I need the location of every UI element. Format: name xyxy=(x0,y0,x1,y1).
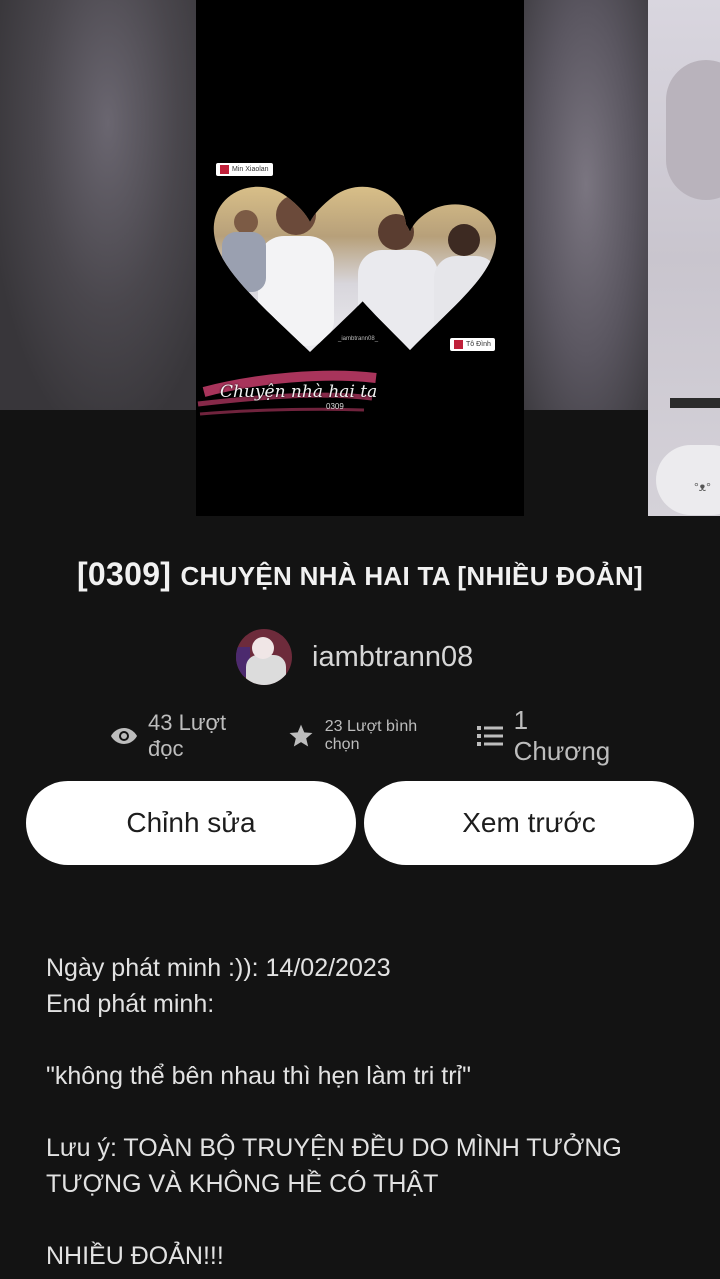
eye-icon xyxy=(110,722,138,750)
cover-carousel[interactable]: °ᴥ° Min Xiaolan Tô Đình _iambtrann08_ Ch… xyxy=(0,0,720,520)
cover-title: Chuyện nhà hai ta xyxy=(220,382,378,402)
edit-button[interactable]: Chỉnh sửa xyxy=(26,781,356,865)
description-line: End phát minh: xyxy=(46,990,215,1018)
author-name[interactable]: iambtrann08 xyxy=(312,641,473,674)
description-line: NHIỀU ĐOẢN!!! xyxy=(46,1242,224,1270)
reads-count: 43 Lượt đọc xyxy=(148,710,227,761)
description-line: Ngày phát minh :)): 14/02/2023 xyxy=(46,954,391,982)
list-icon xyxy=(476,722,504,750)
story-title: [0309] CHUYỆN NHÀ HAI TA [NHIỀU ĐOẢN] xyxy=(0,556,720,593)
story-description: Ngày phát minh :)): 14/02/2023 End phát … xyxy=(46,950,686,1274)
next-cover-thumbnail[interactable]: °ᴥ° xyxy=(648,0,720,516)
parts-count: 1 Chương xyxy=(513,705,611,766)
story-title-main: CHUYỆN NHÀ HAI TA [NHIỀU ĐOẢN] xyxy=(180,561,644,591)
description-line: "không thể bên nhau thì hẹn làm tri trỉ" xyxy=(46,1062,471,1090)
reads-stat: 43 Lượt đọc xyxy=(110,710,265,762)
votes-count: 23 Lượt bình chọn xyxy=(324,718,418,753)
description-line: Lưu ý: TOÀN BỘ TRUYỆN ĐỀU DO MÌNH TƯỞNG … xyxy=(46,1134,622,1198)
cover-badge: Tô Đình xyxy=(450,338,495,351)
author-row[interactable]: iambtrann08 xyxy=(236,628,473,686)
preview-button[interactable]: Xem trước xyxy=(364,781,694,865)
star-icon xyxy=(287,722,315,750)
votes-stat: 23 Lượt bình chọn xyxy=(287,718,454,754)
cover-artwork xyxy=(197,186,497,416)
story-stats: 43 Lượt đọc 23 Lượt bình chọn 1 Chương xyxy=(110,705,630,766)
story-title-prefix: [0309] xyxy=(76,556,181,592)
cover-watermark: _iambtrann08_ xyxy=(338,336,379,342)
blurred-background xyxy=(524,0,648,410)
story-cover[interactable]: Min Xiaolan Tô Đình _iambtrann08_ Chuyện… xyxy=(196,0,524,516)
cover-badge: Min Xiaolan xyxy=(216,163,273,176)
parts-stat: 1 Chương xyxy=(476,705,630,767)
blurred-background xyxy=(0,0,196,410)
cover-subtitle: 0309 xyxy=(326,402,344,411)
avatar[interactable] xyxy=(236,629,292,685)
